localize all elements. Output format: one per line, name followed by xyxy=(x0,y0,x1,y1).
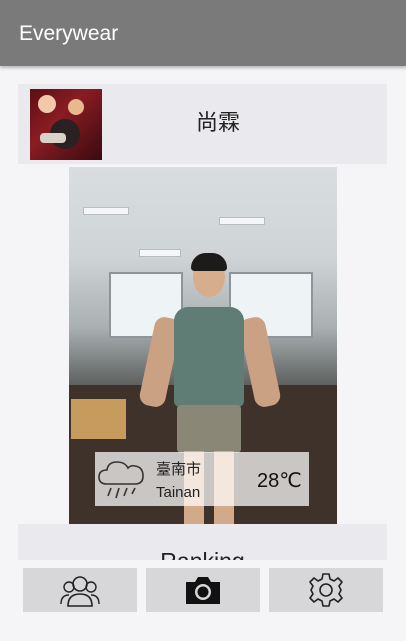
ranking-card[interactable]: Ranking xyxy=(18,524,387,564)
friends-button[interactable] xyxy=(23,568,137,612)
city-name-english: Tainan xyxy=(156,484,201,501)
cardboard-box xyxy=(71,399,126,439)
app-title: Everywear xyxy=(19,22,119,45)
settings-button[interactable] xyxy=(269,568,383,612)
weather-overlay: 臺南市 Tainan 28℃ xyxy=(95,452,309,506)
city-name-chinese: 臺南市 xyxy=(156,460,202,478)
avatar[interactable] xyxy=(30,89,102,160)
person-shirt xyxy=(174,307,244,407)
person-hair xyxy=(191,253,227,271)
avatar-figure xyxy=(38,95,56,113)
profile-name: 尚霖 xyxy=(195,111,240,136)
camera-button[interactable] xyxy=(146,568,260,612)
temperature: 28℃ xyxy=(257,470,302,492)
avatar-guitar xyxy=(40,133,66,143)
rain-cloud-icon xyxy=(98,461,144,499)
avatar-figure xyxy=(68,99,84,115)
friends-icon xyxy=(60,576,100,607)
ceiling-lamp xyxy=(83,207,129,215)
ceiling-lamp xyxy=(139,249,181,257)
camera-icon xyxy=(186,577,220,604)
app-bar: Everywear xyxy=(0,0,406,66)
profile-card[interactable]: 尚霖 xyxy=(18,84,387,164)
ceiling-lamp xyxy=(219,217,265,225)
gear-icon xyxy=(309,573,343,607)
person-shorts xyxy=(177,405,241,453)
